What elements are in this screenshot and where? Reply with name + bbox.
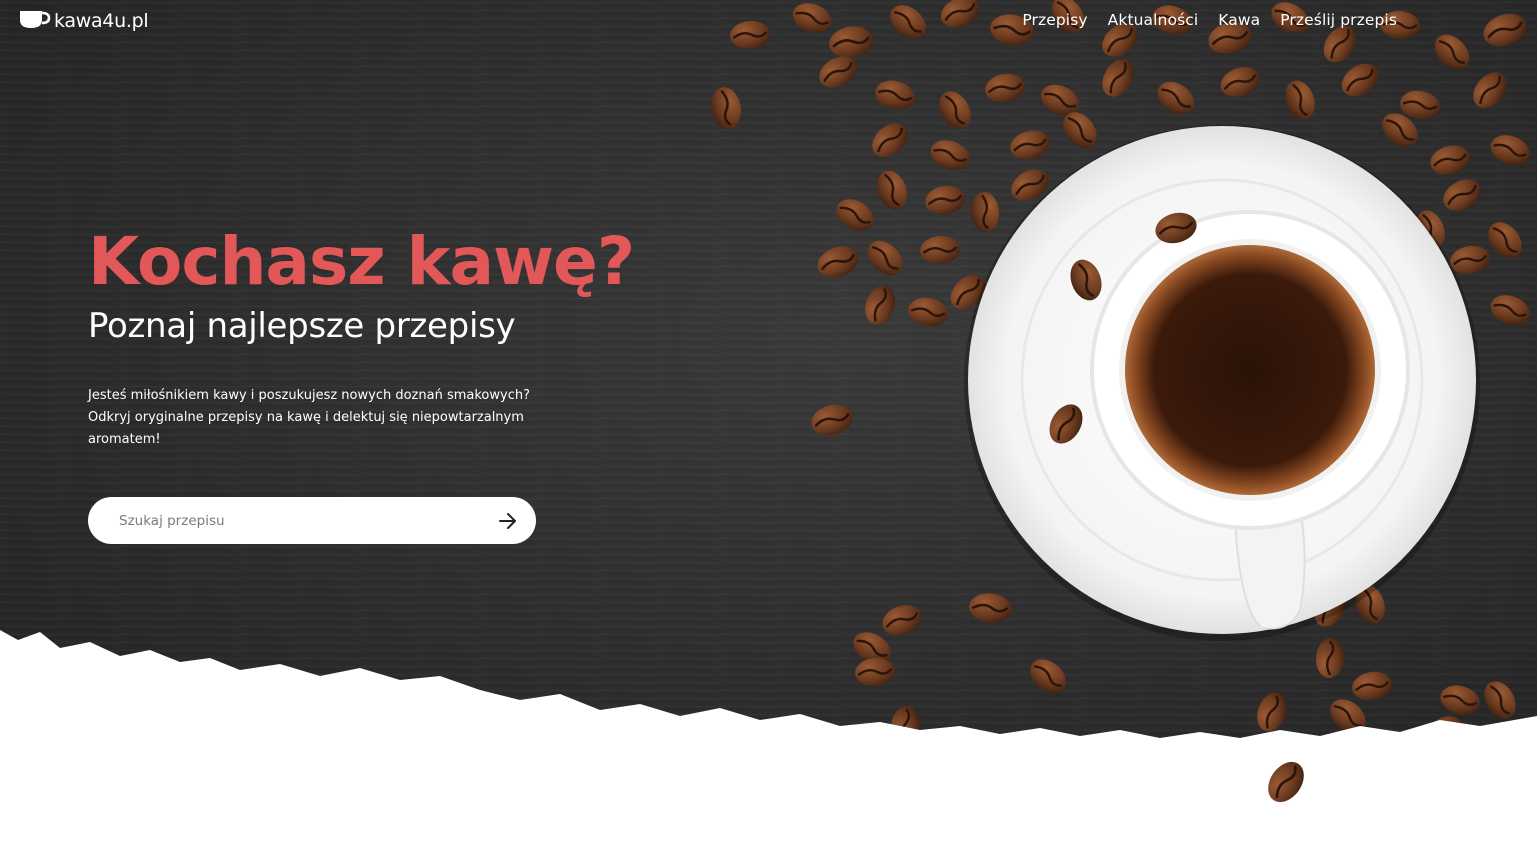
coffee-cup-icon (18, 8, 52, 34)
nav-item-kawa[interactable]: Kawa (1218, 11, 1260, 29)
brand-name: kawa4u.pl (54, 10, 149, 32)
hero-section: kawa4u.pl Przepisy Aktualności Kawa Prze… (0, 0, 1537, 843)
hero-intro: Jesteś miłośnikiem kawy i poszukujesz no… (88, 388, 530, 447)
hero-subheadline: Poznaj najlepsze przepisy (88, 306, 516, 346)
search-submit-button[interactable] (496, 509, 520, 533)
main-nav: Przepisy Aktualności Kawa Prześlij przep… (1022, 11, 1397, 29)
nav-item-aktualnosci[interactable]: Aktualności (1108, 11, 1199, 29)
nav-item-przeslij-przepis[interactable]: Prześlij przepis (1280, 11, 1397, 29)
search-input[interactable] (117, 511, 496, 530)
hero-headline: Kochasz kawę? (88, 223, 635, 300)
nav-item-przepisy[interactable]: Przepisy (1022, 11, 1087, 29)
recipe-search-form (88, 497, 536, 544)
arrow-right-icon (499, 512, 516, 529)
brand-logo[interactable]: kawa4u.pl (18, 8, 149, 34)
